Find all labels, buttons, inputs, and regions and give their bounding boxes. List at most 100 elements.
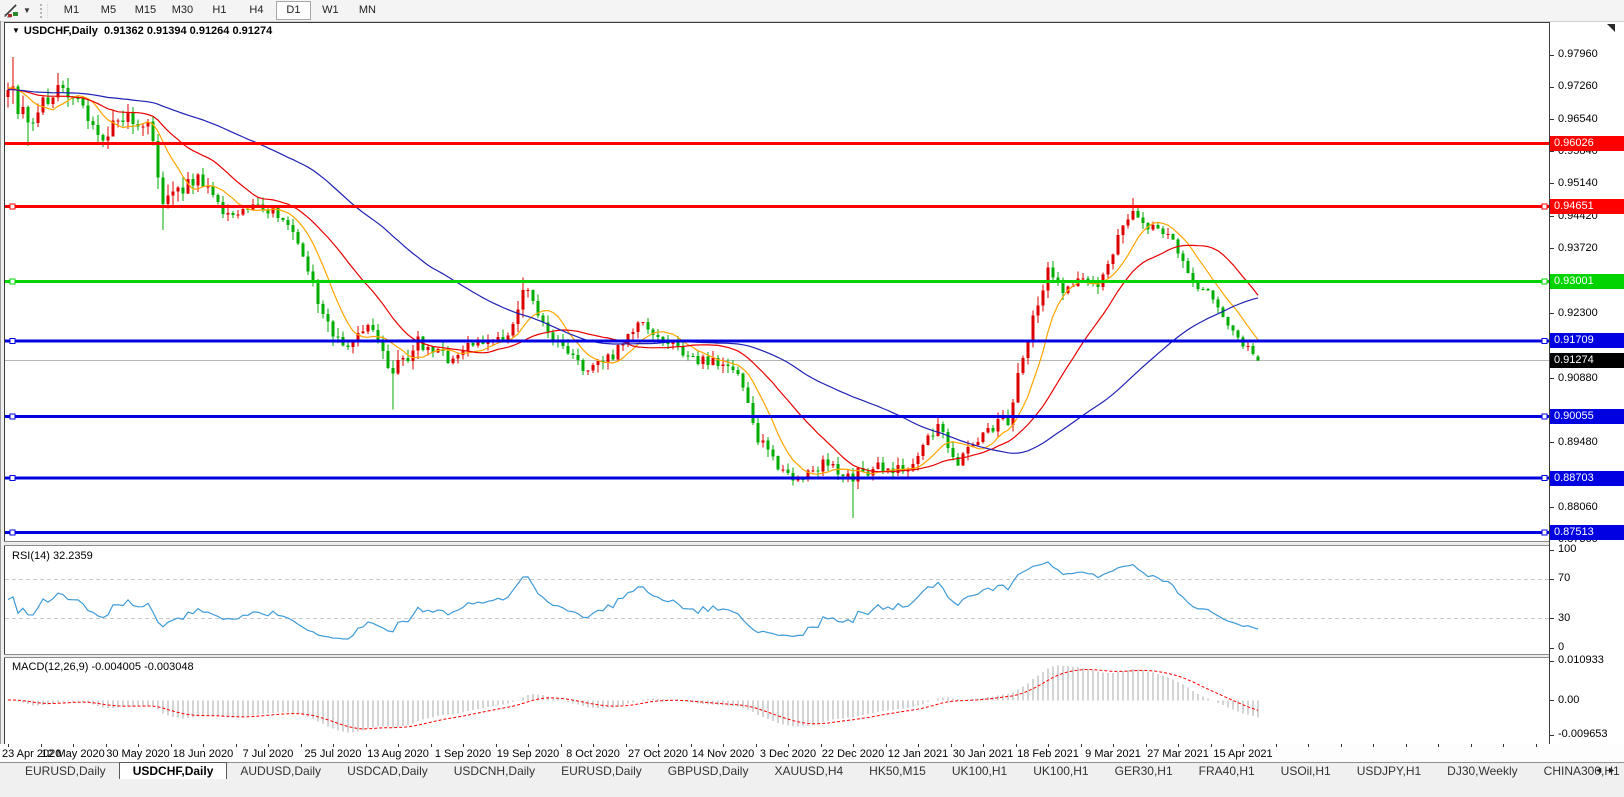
date-tick bbox=[41, 744, 42, 747]
date-tick bbox=[138, 744, 139, 747]
tab-uk100-h1[interactable]: UK100,H1 bbox=[939, 763, 1020, 779]
hline-price-label[interactable]: 0.96026 bbox=[1550, 136, 1624, 151]
date-label: 14 Nov 2020 bbox=[692, 748, 754, 760]
date-tick bbox=[333, 744, 334, 747]
hline-handle bbox=[10, 414, 15, 419]
price-tick-label: 0.95140 bbox=[1558, 177, 1598, 189]
tab-hk50-m15[interactable]: HK50,M15 bbox=[856, 763, 939, 779]
tab-xauusd-h4[interactable]: XAUUSD,H4 bbox=[761, 763, 856, 779]
rsi-axis-tick bbox=[1550, 648, 1554, 649]
date-tick bbox=[1503, 744, 1504, 747]
hline-handle bbox=[1542, 414, 1547, 419]
macd-axis-tick bbox=[1550, 700, 1554, 701]
date-tick bbox=[1536, 744, 1537, 747]
rsi-label: RSI(14) 32.2359 bbox=[12, 550, 93, 562]
date-tick bbox=[496, 744, 497, 747]
tab-uk100-h1[interactable]: UK100,H1 bbox=[1020, 763, 1101, 779]
macd-panel[interactable] bbox=[5, 658, 1549, 743]
tab-dj30-weekly[interactable]: DJ30,Weekly bbox=[1434, 763, 1530, 779]
tab-gbpusd-daily[interactable]: GBPUSD,Daily bbox=[655, 763, 762, 779]
timeframe-button-h4[interactable]: H4 bbox=[239, 1, 274, 20]
tab-scroll-right-icon[interactable]: ► bbox=[1607, 765, 1620, 775]
timeframe-button-h1[interactable]: H1 bbox=[202, 1, 237, 20]
date-tick bbox=[1048, 744, 1049, 747]
price-tick-label: 0.96540 bbox=[1558, 113, 1598, 125]
date-tick bbox=[203, 744, 204, 747]
rsi-axis-label: 70 bbox=[1558, 572, 1570, 584]
price-tick bbox=[1550, 119, 1554, 120]
hline-price-label[interactable]: 0.94651 bbox=[1550, 199, 1624, 214]
date-tick bbox=[1308, 744, 1309, 747]
macd-label: MACD(12,26,9) -0.004005 -0.003048 bbox=[12, 661, 194, 673]
hline-price-label[interactable]: 0.88703 bbox=[1550, 471, 1624, 486]
window-edge bbox=[0, 21, 1, 762]
collapse-triangle-icon[interactable]: ▼ bbox=[12, 26, 20, 35]
chart-shift-marker[interactable] bbox=[1607, 24, 1615, 32]
tab-usdjpy-h1[interactable]: USDJPY,H1 bbox=[1344, 763, 1434, 779]
price-tick-label: 0.90880 bbox=[1558, 372, 1598, 384]
chart-tools-icon bbox=[4, 4, 20, 18]
hline-handle bbox=[1542, 530, 1547, 535]
price-tick-label: 0.93720 bbox=[1558, 242, 1598, 254]
date-tick bbox=[1016, 744, 1017, 747]
rsi-axis-tick bbox=[1550, 550, 1554, 551]
date-tick bbox=[268, 744, 269, 747]
rsi-line bbox=[8, 562, 1258, 639]
tab-ger30-h1[interactable]: GER30,H1 bbox=[1102, 763, 1186, 779]
date-tick bbox=[1178, 744, 1179, 747]
date-label: 27 Mar 2021 bbox=[1147, 748, 1209, 760]
tab-audusd-daily[interactable]: AUDUSD,Daily bbox=[227, 763, 334, 779]
tab-usdcnh-daily[interactable]: USDCNH,Daily bbox=[441, 763, 548, 779]
chart-ohlc-values: 0.91362 0.91394 0.91264 0.91274 bbox=[104, 25, 272, 37]
date-tick bbox=[106, 744, 107, 747]
hline-handle bbox=[10, 476, 15, 481]
date-label: 30 May 2020 bbox=[106, 748, 170, 760]
timeframe-button-mn[interactable]: MN bbox=[350, 1, 385, 20]
date-label: 13 Aug 2020 bbox=[367, 748, 429, 760]
price-tick bbox=[1550, 442, 1554, 443]
rsi-axis-label: 0 bbox=[1558, 641, 1564, 653]
hline-handle bbox=[1542, 204, 1547, 209]
tab-eurusd-daily[interactable]: EURUSD,Daily bbox=[548, 763, 655, 779]
date-tick bbox=[1471, 744, 1472, 747]
hline-price-label[interactable]: 0.91709 bbox=[1550, 333, 1624, 348]
date-axis[interactable]: 23 Apr 202012 May 202030 May 202018 Jun … bbox=[0, 744, 1624, 762]
date-label: 15 Apr 2021 bbox=[1213, 748, 1272, 760]
timeframe-button-m5[interactable]: M5 bbox=[91, 1, 126, 20]
up-candle-wicks bbox=[8, 57, 1248, 489]
price-tick-label: 0.88060 bbox=[1558, 501, 1598, 513]
tab-usdchf-daily[interactable]: USDCHF,Daily bbox=[119, 762, 228, 779]
main-price-chart[interactable] bbox=[5, 22, 1549, 541]
toolbar-grip[interactable] bbox=[40, 4, 48, 18]
tab-eurusd-daily[interactable]: EURUSD,Daily bbox=[12, 763, 119, 779]
macd-axis-label: 0.010933 bbox=[1558, 654, 1604, 666]
hline-price-label[interactable]: 0.87513 bbox=[1550, 525, 1624, 540]
chart-symbol-label: USDCHF,Daily bbox=[24, 25, 98, 37]
timeframe-button-m15[interactable]: M15 bbox=[128, 1, 163, 20]
chevron-down-icon[interactable]: ▼ bbox=[23, 6, 31, 15]
tab-usoil-h1[interactable]: USOil,H1 bbox=[1268, 763, 1344, 779]
macd-histogram bbox=[8, 666, 1258, 733]
date-tick bbox=[723, 744, 724, 747]
tab-usdcad-daily[interactable]: USDCAD,Daily bbox=[334, 763, 441, 779]
tab-scroll-left-icon[interactable]: ◄ bbox=[1594, 765, 1607, 775]
chart-title: ▼ USDCHF,Daily 0.91362 0.91394 0.91264 0.… bbox=[12, 25, 272, 37]
timeframe-button-m30[interactable]: M30 bbox=[165, 1, 200, 20]
tab-fra40-h1[interactable]: FRA40,H1 bbox=[1186, 763, 1268, 779]
date-label: 27 Oct 2020 bbox=[628, 748, 688, 760]
timeframe-button-w1[interactable]: W1 bbox=[313, 1, 348, 20]
hline-price-label[interactable]: 0.90055 bbox=[1550, 409, 1624, 424]
timeframe-button-d1[interactable]: D1 bbox=[276, 1, 311, 20]
hline-price-label[interactable]: 0.93001 bbox=[1550, 274, 1624, 289]
date-tick bbox=[1341, 744, 1342, 747]
date-tick bbox=[1276, 744, 1277, 747]
rsi-axis-label: 100 bbox=[1558, 543, 1576, 555]
timeframe-button-m1[interactable]: M1 bbox=[54, 1, 89, 20]
date-tick bbox=[1211, 744, 1212, 747]
price-tick-label: 0.89480 bbox=[1558, 436, 1598, 448]
tab-scroll-arrows[interactable]: ◄► bbox=[1594, 765, 1620, 775]
chart-tools-group[interactable]: ▼ bbox=[0, 0, 35, 21]
hline-handle bbox=[1542, 279, 1547, 284]
rsi-panel[interactable] bbox=[5, 546, 1549, 654]
date-tick bbox=[1438, 744, 1439, 747]
